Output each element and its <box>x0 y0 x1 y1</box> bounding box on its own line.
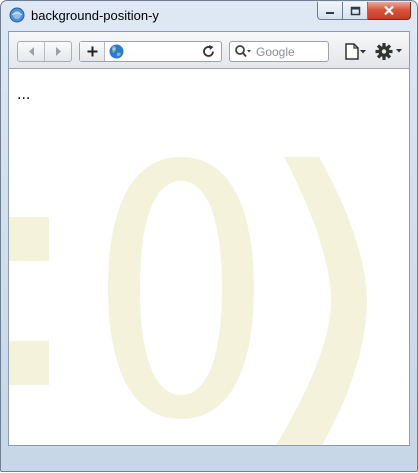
search-input[interactable] <box>256 43 326 60</box>
address-bar <box>79 41 222 62</box>
window-title: background-position-y <box>31 8 159 23</box>
gear-icon <box>375 43 393 60</box>
reload-icon[interactable] <box>201 44 216 59</box>
plus-icon <box>87 46 97 57</box>
maximize-button[interactable] <box>343 2 368 20</box>
minimize-button[interactable] <box>317 2 343 20</box>
forward-arrow-icon <box>55 47 61 56</box>
minimize-icon <box>326 11 334 14</box>
maximize-icon <box>350 6 360 15</box>
back-button[interactable] <box>18 42 45 61</box>
globe-icon <box>9 7 25 23</box>
chevron-down-icon <box>396 49 402 53</box>
page-menu-button[interactable] <box>343 42 367 61</box>
add-bookmark-button[interactable] <box>80 42 105 61</box>
page-icon <box>345 43 359 60</box>
forward-button[interactable] <box>45 42 71 61</box>
navigation-buttons <box>17 41 72 62</box>
window-bottom-frame <box>1 446 418 473</box>
zero-shape <box>108 157 254 419</box>
close-button[interactable] <box>368 2 411 20</box>
page-text: ... <box>17 87 31 103</box>
chevron-down-icon <box>360 50 366 54</box>
tools-menu-button[interactable] <box>374 41 404 62</box>
page-content: ... <box>8 68 410 446</box>
search-bar <box>229 41 329 62</box>
close-icon <box>384 5 394 16</box>
background-image <box>9 157 367 445</box>
browser-toolbar <box>8 31 410 68</box>
caption-buttons <box>317 2 411 22</box>
colon-bottom-shape <box>9 341 49 385</box>
back-arrow-icon <box>28 47 34 56</box>
site-globe-icon <box>109 44 124 59</box>
browser-window: background-position-y Google ... <box>0 0 418 472</box>
search-icon[interactable] <box>234 44 252 59</box>
paren-shape <box>276 157 367 445</box>
url-input[interactable] <box>127 43 197 60</box>
colon-top-shape <box>9 217 49 261</box>
title-bar: background-position-y <box>1 1 417 31</box>
